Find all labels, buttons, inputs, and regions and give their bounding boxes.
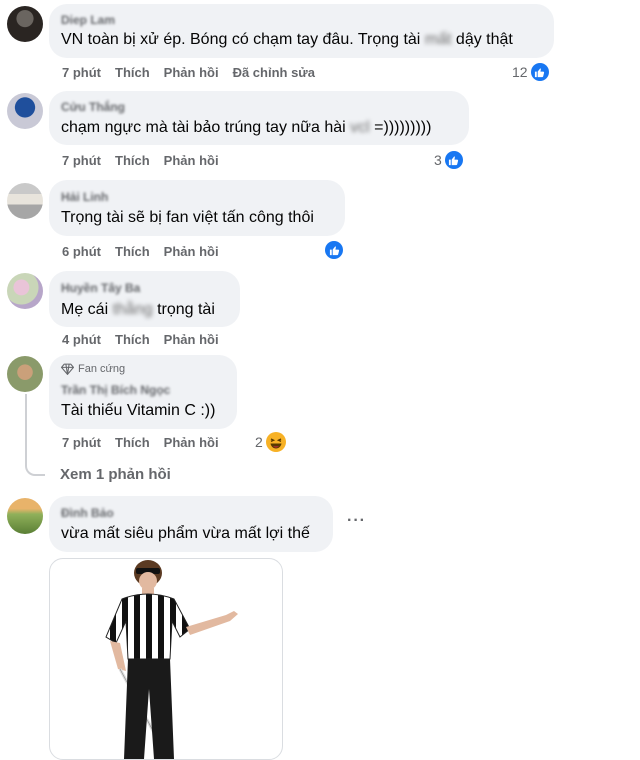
reply-button[interactable]: Phản hồi <box>164 435 219 450</box>
like-button[interactable]: Thích <box>115 244 150 259</box>
comment-author[interactable]: Đình Bảo <box>61 506 114 520</box>
diamond-icon <box>61 363 74 375</box>
thumbs-up-icon <box>325 241 343 259</box>
fan-badge: Fan cứng <box>61 363 125 375</box>
thread-line <box>25 394 45 476</box>
referee-illustration <box>105 560 238 759</box>
reaction-count: 2 <box>255 434 263 450</box>
comment-text: Trọng tài sẽ bị fan việt tấn công thôi <box>61 209 314 226</box>
comment-time[interactable]: 6 phút <box>62 244 101 259</box>
view-replies-link[interactable]: Xem 1 phản hồi <box>60 466 171 483</box>
avatar[interactable] <box>7 6 43 42</box>
avatar[interactable] <box>7 356 43 392</box>
comment-author[interactable]: Cửu Thắng <box>61 100 125 114</box>
edited-label: Đã chỉnh sửa <box>232 65 315 80</box>
comment-time[interactable]: 4 phút <box>62 332 101 347</box>
haha-icon <box>265 432 286 452</box>
comment-text: Tài thiếu Vitamin C :)) <box>61 402 216 419</box>
comment-actions: 7 phút Thích Phản hồi <box>62 153 233 168</box>
comment-author[interactable]: Huyền Tây Ba <box>61 281 140 295</box>
comment-time[interactable]: 7 phút <box>62 65 101 80</box>
like-button[interactable]: Thích <box>115 65 150 80</box>
comment-bubble: Diep Lam VN toàn bị xử ép. Bóng có chạm … <box>49 4 554 58</box>
thumbs-up-icon <box>444 151 463 169</box>
reply-button[interactable]: Phản hồi <box>164 244 219 259</box>
comment-text: vừa mất siêu phẩm vừa mất lợi thế <box>61 525 310 542</box>
reaction-summary[interactable]: 2 <box>255 432 286 452</box>
comment-actions: 7 phút Thích Phản hồi Đã chỉnh sửa <box>62 65 329 80</box>
avatar[interactable] <box>7 183 43 219</box>
comment-bubble: Đình Bảo vừa mất siêu phẩm vừa mất lợi t… <box>49 496 333 552</box>
avatar[interactable] <box>7 273 43 309</box>
comment-bubble: Huyền Tây Ba Mẹ cái thằng trọng tài <box>49 271 240 327</box>
like-button[interactable]: Thích <box>115 332 150 347</box>
reaction-summary[interactable]: 3 <box>434 151 463 169</box>
comment-time[interactable]: 7 phút <box>62 153 101 168</box>
reaction-summary[interactable] <box>322 241 343 259</box>
comment-author[interactable]: Diep Lam <box>61 13 115 27</box>
comment-actions: 7 phút Thích Phản hồi <box>62 435 233 450</box>
reaction-count: 12 <box>512 64 528 80</box>
comment-text: VN toàn bị xử ép. Bóng có chạm tay đâu. … <box>61 31 513 48</box>
avatar[interactable] <box>7 93 43 129</box>
comment-bubble: Fan cứng Trần Thị Bích Ngọc Tài thiếu Vi… <box>49 355 237 429</box>
reply-button[interactable]: Phản hồi <box>164 332 219 347</box>
like-button[interactable]: Thích <box>115 435 150 450</box>
reaction-summary[interactable]: 12 <box>512 63 549 81</box>
comment-actions: 4 phút Thích Phản hồi <box>62 332 233 347</box>
reply-button[interactable]: Phản hồi <box>164 153 219 168</box>
thumbs-up-icon <box>530 63 549 81</box>
comment-text: Mẹ cái thằng trọng tài <box>61 301 215 318</box>
comment-author[interactable]: Hải Linh <box>61 190 108 204</box>
avatar[interactable] <box>7 498 43 534</box>
like-button[interactable]: Thích <box>115 153 150 168</box>
badge-label: Fan cứng <box>78 363 126 375</box>
comment-actions: 6 phút Thích Phản hồi <box>62 244 233 259</box>
comment-text: chạm ngực mà tài bảo trúng tay nữa hài v… <box>61 119 432 136</box>
comment-time[interactable]: 7 phút <box>62 435 101 450</box>
comment-bubble: Hải Linh Trọng tài sẽ bị fan việt tấn cô… <box>49 180 345 236</box>
reply-button[interactable]: Phản hồi <box>164 65 219 80</box>
comment-image[interactable] <box>49 558 283 760</box>
comment-bubble: Cửu Thắng chạm ngực mà tài bảo trúng tay… <box>49 91 469 145</box>
comment-author[interactable]: Trần Thị Bích Ngọc <box>61 383 170 397</box>
reaction-count: 3 <box>434 152 442 168</box>
more-options-icon[interactable]: ··· <box>347 512 366 530</box>
